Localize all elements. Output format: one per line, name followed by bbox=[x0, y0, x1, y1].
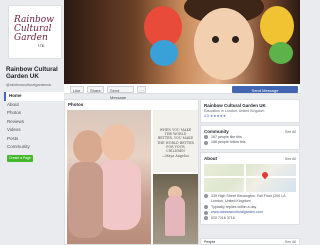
cover-photo[interactable] bbox=[64, 0, 300, 84]
share-button[interactable]: Share bbox=[87, 85, 104, 93]
painted-hand-right bbox=[260, 6, 294, 46]
nav-item-photos[interactable]: Photos bbox=[4, 109, 64, 118]
rating-stars[interactable]: 4.5 ★★★★★ bbox=[204, 114, 296, 119]
cover-eye-left bbox=[212, 36, 219, 43]
child-right-body bbox=[97, 160, 141, 230]
nav-item-home[interactable]: Home bbox=[4, 92, 64, 101]
quote-text: WHEN YOU MAKE THE WORLD BETTER, YOU MAKE… bbox=[157, 128, 194, 154]
photos-section: Photos WHEN YOU MAKE THE WORLD BETTER, Y… bbox=[64, 99, 199, 245]
like-icon bbox=[204, 135, 208, 140]
people-card: People See All bbox=[200, 238, 300, 245]
phone-icon bbox=[204, 216, 208, 221]
follows-row: 188 people follow this bbox=[204, 140, 296, 146]
follows-count: 188 people follow this bbox=[211, 140, 246, 144]
community-see-all[interactable]: See All bbox=[285, 129, 296, 135]
right-column: Rainbow Cultural Garden UK Education in … bbox=[200, 99, 300, 227]
people-see-all[interactable]: See All bbox=[285, 239, 296, 244]
phone-number[interactable]: 020 7118 3716 bbox=[211, 216, 235, 222]
map-road-horizontal bbox=[204, 175, 298, 178]
message-icon bbox=[204, 205, 208, 210]
more-button[interactable]: ··· bbox=[137, 85, 146, 93]
people-title: People bbox=[204, 240, 216, 244]
page-info-card: Rainbow Cultural Garden UK Education in … bbox=[200, 99, 300, 123]
send-message-small-button[interactable]: Send Message bbox=[107, 85, 134, 100]
page-handle[interactable]: @rainbowculturalgardenuk bbox=[6, 83, 64, 88]
about-card: About See All 339 High Street Kensington,… bbox=[200, 151, 300, 225]
child-right-head bbox=[101, 124, 135, 162]
logo-suffix: UK bbox=[38, 43, 45, 48]
location-map[interactable] bbox=[204, 163, 298, 192]
about-see-all[interactable]: See All bbox=[285, 156, 296, 162]
nav-item-community[interactable]: Community bbox=[4, 143, 64, 152]
follow-icon bbox=[204, 140, 208, 145]
logo-line-3: Garden bbox=[14, 33, 48, 43]
send-message-button[interactable]: Send Message bbox=[232, 85, 298, 93]
nav-item-videos[interactable]: Videos bbox=[4, 126, 64, 135]
quote-author: —Maya Angelou bbox=[162, 154, 189, 159]
photo-quote[interactable]: WHEN YOU MAKE THE WORLD BETTER, YOU MAKE… bbox=[153, 110, 198, 172]
nav-item-reviews[interactable]: Reviews bbox=[4, 118, 64, 127]
globe-icon bbox=[204, 210, 208, 215]
nav-item-posts[interactable]: Posts bbox=[4, 135, 64, 144]
create-page-button[interactable]: Create a Page bbox=[7, 154, 33, 162]
photos-title[interactable]: Photos bbox=[65, 100, 198, 108]
photo-girl[interactable] bbox=[153, 174, 198, 244]
girl-dress bbox=[165, 196, 185, 236]
cover-eye-right bbox=[232, 36, 239, 43]
paint-green bbox=[269, 42, 293, 64]
phone-row: 020 7118 3716 bbox=[204, 216, 296, 222]
action-bar: Like Share Send Message ··· Send Message bbox=[64, 84, 300, 100]
page-logo[interactable]: Rainbow Cultural Garden UK bbox=[8, 5, 62, 59]
child-left-body bbox=[69, 162, 103, 238]
cover-face bbox=[194, 8, 254, 80]
location-icon bbox=[204, 194, 208, 199]
nav-item-about[interactable]: About bbox=[4, 101, 64, 110]
child-left-head bbox=[73, 130, 103, 164]
about-title: About bbox=[204, 155, 217, 161]
photo-kids-kiss[interactable] bbox=[67, 110, 151, 244]
left-nav: Home About Photos Reviews Videos Posts C… bbox=[4, 92, 64, 162]
like-button[interactable]: Like bbox=[70, 85, 84, 93]
map-road-vertical bbox=[244, 163, 246, 192]
page-title[interactable]: Rainbow Cultural Garden UK bbox=[6, 66, 64, 80]
paint-blue bbox=[150, 40, 178, 66]
community-card: Community See All 187 people like this 18… bbox=[200, 124, 300, 150]
